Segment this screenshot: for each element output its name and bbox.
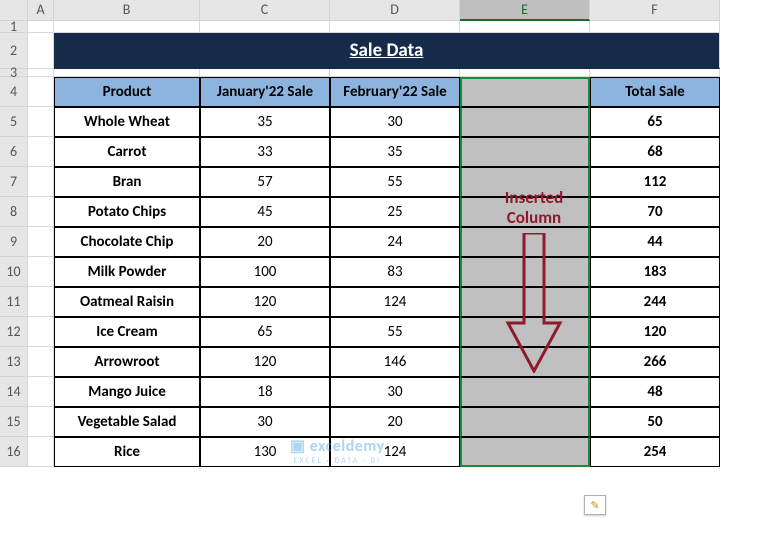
spreadsheet-grid: A B C D E F 1 2 Sale Data 3 4 Product Ja… bbox=[0, 0, 767, 467]
insert-options-button[interactable]: ✎ bbox=[584, 495, 606, 515]
cell-inserted[interactable] bbox=[460, 347, 590, 377]
cell-feb[interactable]: 25 bbox=[330, 197, 460, 227]
cell-product[interactable]: Potato Chips bbox=[54, 197, 200, 227]
col-header-b[interactable]: B bbox=[54, 0, 200, 21]
cell-jan[interactable]: 120 bbox=[200, 287, 330, 317]
cell-total[interactable]: 70 bbox=[590, 197, 720, 227]
cell-total[interactable]: 48 bbox=[590, 377, 720, 407]
cell-total[interactable]: 44 bbox=[590, 227, 720, 257]
cell-jan[interactable]: 120 bbox=[200, 347, 330, 377]
cell-jan[interactable]: 130 bbox=[200, 437, 330, 467]
cell-inserted[interactable] bbox=[460, 137, 590, 167]
row-header-9[interactable]: 9 bbox=[0, 227, 28, 257]
row-header-5[interactable]: 5 bbox=[0, 107, 28, 137]
col-header-a[interactable]: A bbox=[28, 0, 54, 21]
cell-product[interactable]: Mango Juice bbox=[54, 377, 200, 407]
row-header-13[interactable]: 13 bbox=[0, 347, 28, 377]
cell-inserted[interactable] bbox=[460, 107, 590, 137]
cell-feb[interactable]: 30 bbox=[330, 107, 460, 137]
row-header-1[interactable]: 1 bbox=[0, 21, 28, 33]
cell-inserted[interactable] bbox=[460, 197, 590, 227]
cell-total[interactable]: 50 bbox=[590, 407, 720, 437]
row-header-11[interactable]: 11 bbox=[0, 287, 28, 317]
cell-inserted[interactable] bbox=[460, 377, 590, 407]
cell-feb[interactable]: 146 bbox=[330, 347, 460, 377]
row-header-3[interactable]: 3 bbox=[0, 69, 28, 77]
cell-feb[interactable]: 83 bbox=[330, 257, 460, 287]
col-header-c[interactable]: C bbox=[200, 0, 330, 21]
row-header-6[interactable]: 6 bbox=[0, 137, 28, 167]
cell-total[interactable]: 244 bbox=[590, 287, 720, 317]
row-header-4[interactable]: 4 bbox=[0, 77, 28, 107]
col-header-f[interactable]: F bbox=[590, 0, 720, 21]
cell-product[interactable]: Milk Powder bbox=[54, 257, 200, 287]
cell-inserted[interactable] bbox=[460, 317, 590, 347]
th-product[interactable]: Product bbox=[54, 77, 200, 107]
cell-inserted[interactable] bbox=[460, 257, 590, 287]
cell-feb[interactable]: 20 bbox=[330, 407, 460, 437]
cell-feb[interactable]: 124 bbox=[330, 437, 460, 467]
cell-inserted[interactable] bbox=[460, 437, 590, 467]
cell-jan[interactable]: 33 bbox=[200, 137, 330, 167]
cell-product[interactable]: Rice bbox=[54, 437, 200, 467]
cell-inserted[interactable] bbox=[460, 167, 590, 197]
paintbrush-icon: ✎ bbox=[590, 499, 599, 512]
cell-total[interactable]: 68 bbox=[590, 137, 720, 167]
cell-feb[interactable]: 55 bbox=[330, 317, 460, 347]
th-feb[interactable]: February'22 Sale bbox=[330, 77, 460, 107]
row-header-14[interactable]: 14 bbox=[0, 377, 28, 407]
cell-jan[interactable]: 20 bbox=[200, 227, 330, 257]
cell-feb[interactable]: 24 bbox=[330, 227, 460, 257]
col-header-d[interactable]: D bbox=[330, 0, 460, 21]
cell-total[interactable]: 254 bbox=[590, 437, 720, 467]
cell-product[interactable]: Arrowroot bbox=[54, 347, 200, 377]
cell-jan[interactable]: 18 bbox=[200, 377, 330, 407]
th-inserted[interactable] bbox=[460, 77, 590, 107]
cell-jan[interactable]: 57 bbox=[200, 167, 330, 197]
cell-feb[interactable]: 55 bbox=[330, 167, 460, 197]
row-header-10[interactable]: 10 bbox=[0, 257, 28, 287]
row-header-15[interactable]: 15 bbox=[0, 407, 28, 437]
cell-product[interactable]: Oatmeal Raisin bbox=[54, 287, 200, 317]
th-jan[interactable]: January'22 Sale bbox=[200, 77, 330, 107]
col-header-e[interactable]: E bbox=[460, 0, 590, 21]
row-header-16[interactable]: 16 bbox=[0, 437, 28, 467]
cell-feb[interactable]: 35 bbox=[330, 137, 460, 167]
page-title: Sale Data bbox=[54, 33, 720, 69]
row-header-8[interactable]: 8 bbox=[0, 197, 28, 227]
cell-product[interactable]: Chocolate Chip bbox=[54, 227, 200, 257]
cell-jan[interactable]: 100 bbox=[200, 257, 330, 287]
cell-total[interactable]: 120 bbox=[590, 317, 720, 347]
th-total[interactable]: Total Sale bbox=[590, 77, 720, 107]
cell-feb[interactable]: 124 bbox=[330, 287, 460, 317]
row-header-7[interactable]: 7 bbox=[0, 167, 28, 197]
cell-jan[interactable]: 45 bbox=[200, 197, 330, 227]
cell-product[interactable]: Bran bbox=[54, 167, 200, 197]
cell-product[interactable]: Ice Cream bbox=[54, 317, 200, 347]
cell-product[interactable]: Carrot bbox=[54, 137, 200, 167]
cell-inserted[interactable] bbox=[460, 407, 590, 437]
cell-jan[interactable]: 35 bbox=[200, 107, 330, 137]
cell-total[interactable]: 183 bbox=[590, 257, 720, 287]
cell-inserted[interactable] bbox=[460, 227, 590, 257]
cell-product[interactable]: Vegetable Salad bbox=[54, 407, 200, 437]
cell-total[interactable]: 266 bbox=[590, 347, 720, 377]
cell-jan[interactable]: 65 bbox=[200, 317, 330, 347]
row-header-12[interactable]: 12 bbox=[0, 317, 28, 347]
cell-inserted[interactable] bbox=[460, 287, 590, 317]
cell-total[interactable]: 65 bbox=[590, 107, 720, 137]
cell-jan[interactable]: 30 bbox=[200, 407, 330, 437]
cell-feb[interactable]: 30 bbox=[330, 377, 460, 407]
cell-product[interactable]: Whole Wheat bbox=[54, 107, 200, 137]
cell-total[interactable]: 112 bbox=[590, 167, 720, 197]
